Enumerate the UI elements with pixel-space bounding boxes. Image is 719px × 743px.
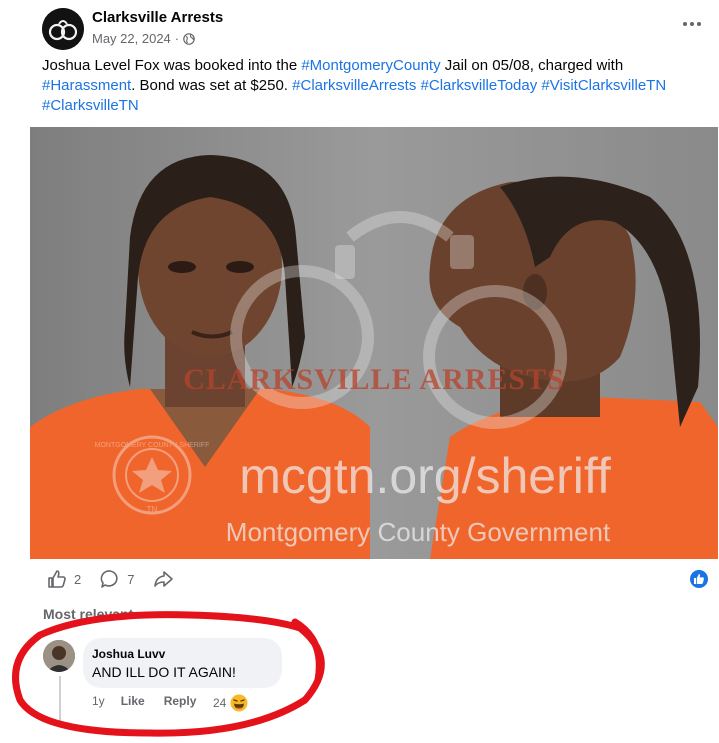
hashtag-link[interactable]: #Harassment bbox=[42, 77, 131, 94]
hashtag-link[interactable]: #ClarksvilleArrests bbox=[292, 77, 416, 94]
thumbs-up-icon bbox=[48, 570, 66, 588]
share-button[interactable] bbox=[152, 568, 174, 590]
like-button[interactable]: 2 bbox=[46, 568, 81, 590]
comment-sort-dropdown[interactable]: Most relevant bbox=[43, 606, 147, 622]
post-meta: May 22, 2024 · bbox=[92, 31, 195, 46]
hashtag-link[interactable]: #ClarksvilleTN bbox=[42, 97, 139, 114]
facebook-post: Clarksville Arrests May 22, 2024 · Joshu… bbox=[0, 0, 719, 743]
like-reaction-icon[interactable] bbox=[690, 570, 708, 588]
sort-label: Most relevant bbox=[43, 606, 134, 622]
caption-text: . Bond was set at $250. bbox=[131, 77, 293, 94]
comment-reply-button[interactable]: Reply bbox=[164, 694, 197, 708]
brand-watermark: CLARKSVILLE ARRESTS bbox=[183, 363, 565, 396]
comment-icon bbox=[100, 570, 118, 588]
share-icon bbox=[154, 571, 174, 587]
comment-reactions[interactable]: 24 bbox=[213, 694, 248, 712]
caret-down-icon bbox=[138, 612, 147, 618]
globe-icon bbox=[183, 32, 195, 45]
caption-text: Joshua Level Fox was booked into the bbox=[42, 57, 302, 74]
comment-text: AND ILL DO IT AGAIN! bbox=[92, 664, 236, 680]
comment-time[interactable]: 1y bbox=[92, 694, 105, 708]
comment-author[interactable]: Joshua Luvv bbox=[92, 647, 165, 661]
seal-text: MONTGOMERY COUNTY SHERIFF bbox=[95, 442, 210, 449]
avatar bbox=[43, 640, 75, 672]
reaction-count: 24 bbox=[213, 696, 227, 710]
comment-bubble: Joshua Luvv AND ILL DO IT AGAIN! bbox=[83, 638, 282, 688]
mugshot-image: CLARKSVILLE ARRESTS MONTGOMERY COUNTY SH… bbox=[30, 127, 718, 559]
meta-separator: · bbox=[174, 31, 180, 46]
comment-button[interactable]: 7 bbox=[99, 568, 134, 590]
commenter-avatar[interactable] bbox=[43, 640, 75, 672]
caption-text: Jail on 05/08, charged with bbox=[440, 57, 624, 74]
seal-state: TN bbox=[147, 505, 158, 514]
comment-meta: 1y Like Reply bbox=[92, 694, 215, 708]
thumbs-up-icon bbox=[694, 574, 704, 584]
page-name[interactable]: Clarksville Arrests bbox=[92, 9, 223, 26]
handcuffs-logo-icon bbox=[42, 8, 84, 50]
more-options-button[interactable] bbox=[680, 14, 704, 34]
comment-like-button[interactable]: Like bbox=[121, 694, 145, 708]
page-avatar[interactable] bbox=[42, 8, 84, 50]
hashtag-link[interactable]: #MontgomeryCounty bbox=[301, 57, 440, 74]
hashtag-link[interactable]: #ClarksvilleToday bbox=[421, 77, 538, 94]
dot bbox=[683, 22, 687, 26]
post-caption: Joshua Level Fox was booked into the #Mo… bbox=[42, 56, 692, 116]
mugshot-photo[interactable]: CLARKSVILLE ARRESTS MONTGOMERY COUNTY SH… bbox=[30, 127, 718, 559]
thread-line bbox=[59, 676, 61, 724]
org-watermark: Montgomery County Government bbox=[226, 517, 611, 547]
dot bbox=[697, 22, 701, 26]
laughing-emoji-icon bbox=[230, 694, 248, 712]
like-count: 2 bbox=[74, 571, 82, 587]
hashtag-link[interactable]: #VisitClarksvilleTN bbox=[541, 77, 666, 94]
url-watermark: mcgtn.org/sheriff bbox=[239, 448, 611, 504]
post-actions: 2 7 bbox=[46, 568, 192, 590]
post-date[interactable]: May 22, 2024 bbox=[92, 31, 171, 46]
dot bbox=[690, 22, 694, 26]
comment-count: 7 bbox=[127, 571, 135, 587]
